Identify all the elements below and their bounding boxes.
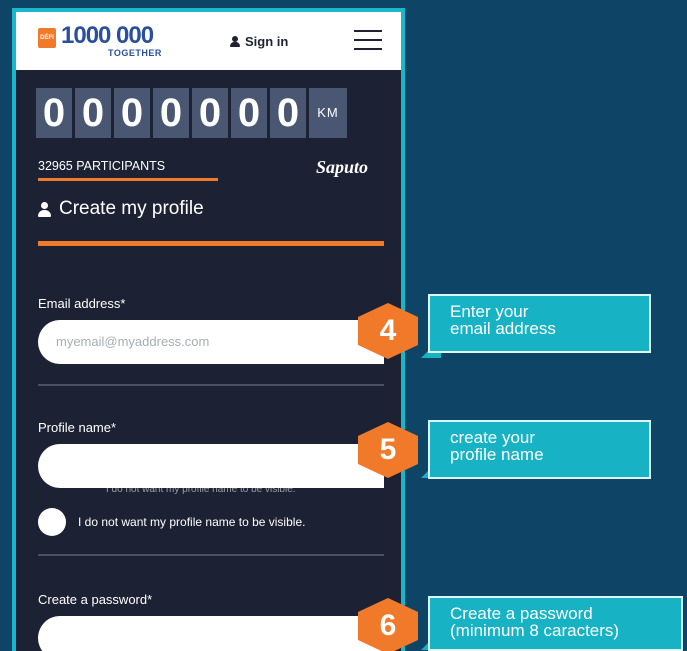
counter-digit: 0	[36, 88, 72, 138]
user-icon	[38, 201, 51, 217]
title-underline	[38, 241, 384, 246]
sponsor-logo: Saputo	[316, 157, 369, 177]
callout-text: Create a password	[450, 604, 593, 623]
profile-name-field[interactable]	[38, 444, 384, 488]
logo-subtitle: TOGETHER	[108, 48, 162, 58]
counter-digit: 0	[231, 88, 267, 138]
page-title: Create my profile	[38, 198, 204, 220]
profile-name-label: Profile name*	[38, 420, 117, 435]
participants-underline	[38, 178, 218, 181]
email-label: Email address*	[38, 296, 126, 311]
hamburger-icon[interactable]	[354, 30, 382, 50]
page-title-text: Create my profile	[59, 198, 204, 219]
km-counter: 0 0 0 0 0 0 0 KM	[36, 88, 347, 138]
callout-text: (minimum 8 caracters)	[450, 621, 620, 640]
top-bar: DÉFI 1000 000 TOGETHER Sign in	[16, 12, 401, 70]
visibility-radio[interactable]	[38, 508, 66, 536]
counter-digit: 0	[75, 88, 111, 138]
password-field[interactable]	[38, 616, 384, 651]
user-icon	[230, 36, 240, 47]
password-label: Create a password*	[38, 592, 153, 607]
divider	[38, 384, 384, 386]
logo[interactable]: 1000 000	[61, 22, 154, 50]
overlapping-hint: I do not want my profile name to be visi…	[106, 484, 296, 495]
callout-password: Create a password (minimum 8 caracters)	[428, 596, 683, 651]
participants-count: 32965 PARTICIPANTS	[38, 159, 166, 173]
logo-badge: DÉFI	[38, 28, 56, 48]
divider	[38, 554, 384, 556]
counter-digit: 0	[270, 88, 306, 138]
counter-unit: KM	[309, 88, 347, 138]
callout-profile: create your profile name	[428, 420, 651, 479]
email-field[interactable]: myemail@myaddress.com	[38, 320, 384, 364]
counter-digit: 0	[192, 88, 228, 138]
sign-in-label: Sign in	[245, 34, 289, 49]
counter-digit: 0	[153, 88, 189, 138]
phone-screen: DÉFI 1000 000 TOGETHER Sign in 0 0 0 0 0…	[12, 8, 405, 651]
counter-digit: 0	[114, 88, 150, 138]
visibility-label: I do not want my profile name to be visi…	[78, 515, 306, 529]
callout-text: create your	[450, 428, 536, 447]
sign-in-link[interactable]: Sign in	[230, 34, 288, 49]
callout-text: email address	[450, 319, 556, 338]
callout-text: profile name	[450, 445, 544, 464]
callout-email: Enter your email address	[428, 294, 651, 353]
callout-text: Enter your	[450, 302, 529, 321]
